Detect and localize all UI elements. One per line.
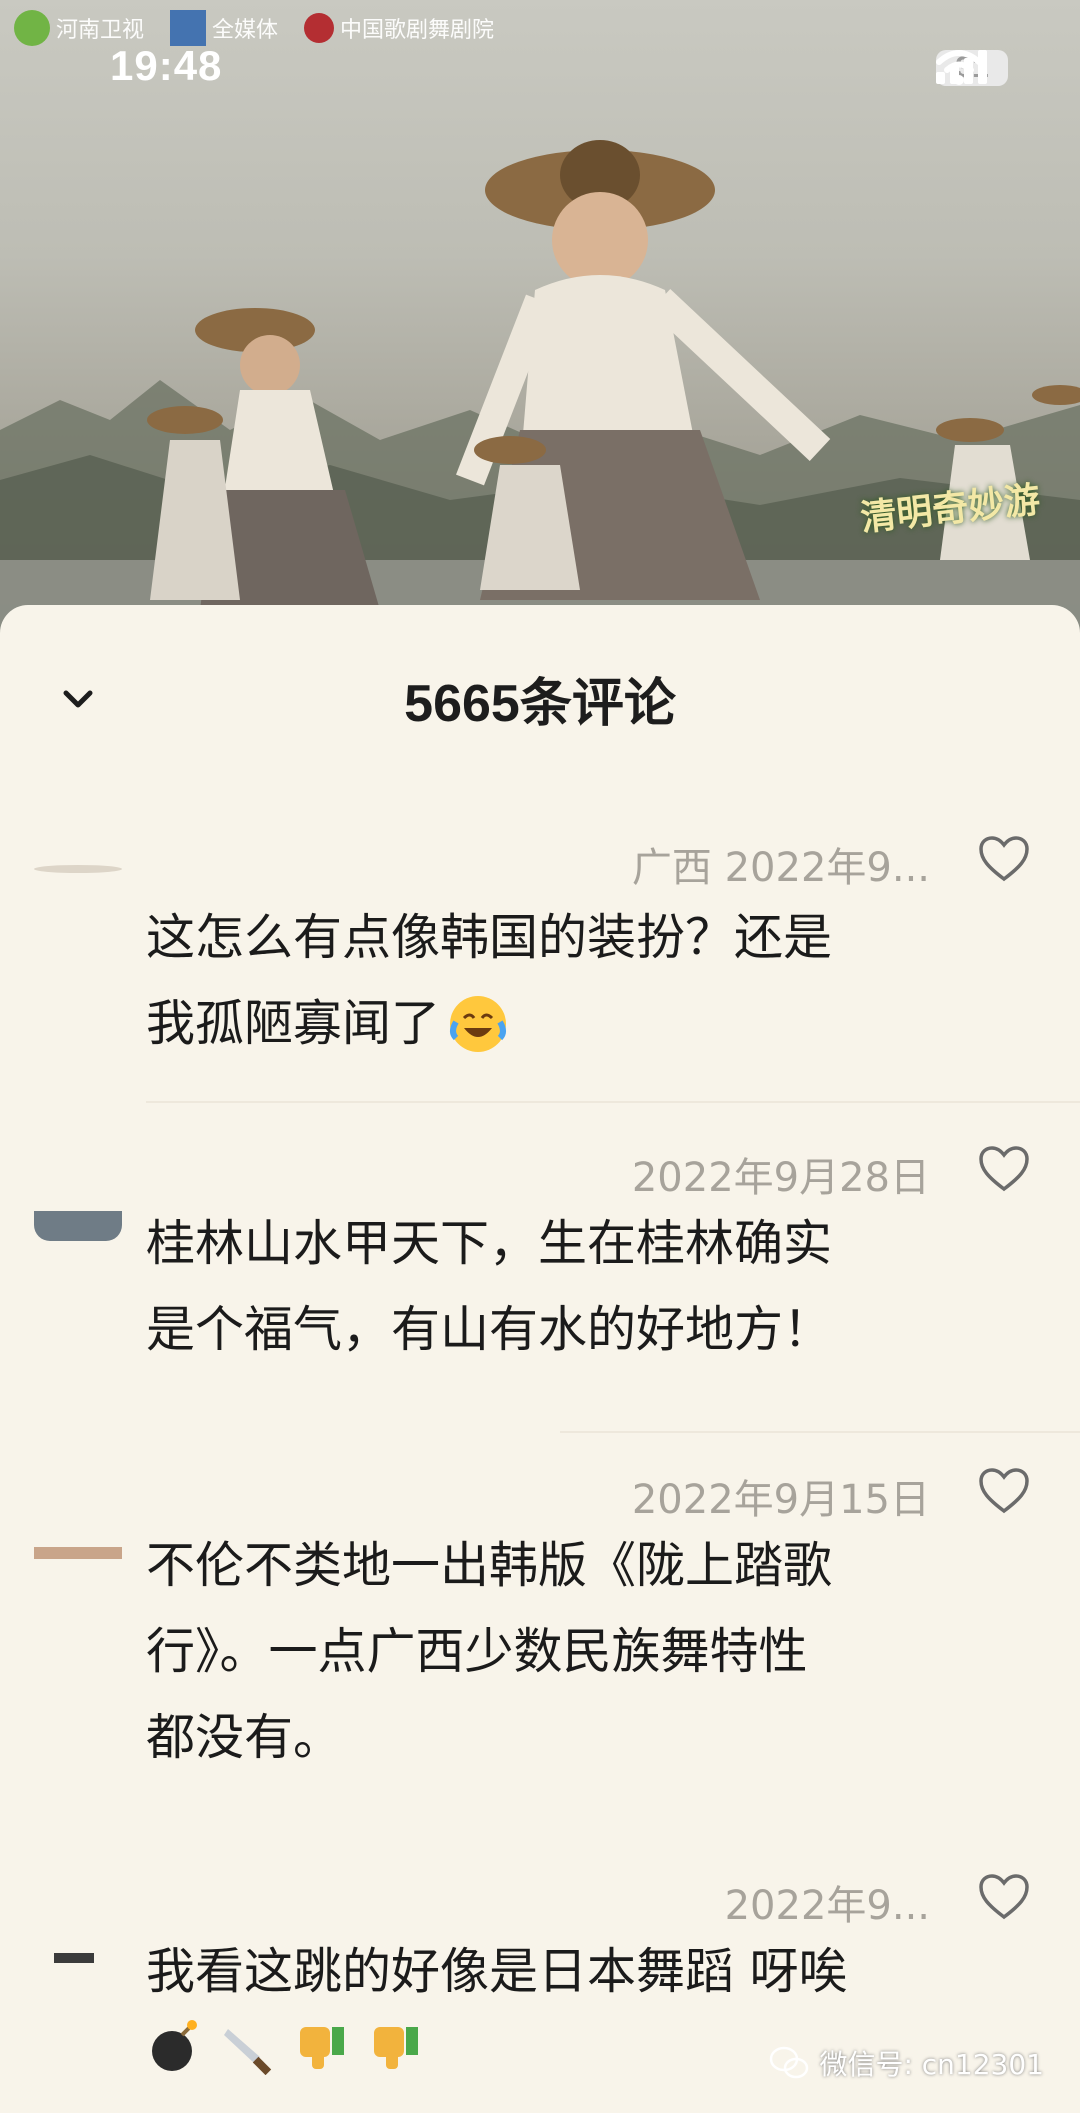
divider [146,1101,1080,1103]
crying-laughing-emoji-icon [450,996,507,1052]
comment-item: 2022年9月28日 桂林山水甲天下，生在桂林确实 是个福气，有山有水的好地方！ [0,1145,1080,1465]
comment-text: 不伦不类地一出韩版《陇上踏歌 行》。一点广西少数民族舞特性 都没有。 [146,1523,986,1781]
comment-text: 桂林山水甲天下，生在桂林确实 是个福气，有山有水的好地方！ [146,1201,986,1373]
comment-line: 我孤陋寡闻了 [146,981,986,1067]
logo-label: 全媒体 [212,18,279,43]
comment-meta: 2022年9... [724,1883,930,1929]
status-time: 19:48 [110,42,223,89]
logo-label: 河南卫视 [56,18,145,43]
wechat-label: 微信号: cn12301 [819,2048,1044,2081]
comment-line: 都没有。 [146,1709,343,1766]
comment-meta: 2022年9月28日 [631,1155,930,1201]
divider [560,1431,1080,1433]
comment-meta: 广西 2022年9... [631,845,930,891]
video-player[interactable]: 河南卫视 全媒体 中国歌剧舞剧院 19:48 清明奇妙游 [0,0,1080,640]
comment-meta: 2022年9月15日 [631,1477,930,1523]
comment-text: 这怎么有点像韩国的装扮？还是 我孤陋寡闻了 [146,895,986,1067]
comments-sheet: 5665条评论 广西 2022年9... 这怎么有点像韩国的装扮？还是 我孤陋寡… [0,605,1080,2109]
logo-label: 中国歌剧舞剧院 [340,18,495,43]
comment-line: 行》。一点广西少数民族舞特性 [146,1623,808,1680]
system-icons: 31 [936,50,1008,86]
avatar[interactable] [34,1547,122,1559]
avatar[interactable] [54,1953,94,1963]
comment-line: 我看这跳的好像是日本舞蹈 呀唉 [146,1943,848,2000]
avatar[interactable] [34,1211,122,1241]
heart-icon[interactable] [978,1873,1030,1921]
thumbs-down-emoji-icon [300,2027,344,2069]
thumbs-down-emoji-icon [374,2027,418,2069]
heart-icon[interactable] [978,1467,1030,1515]
wechat-watermark: 微信号: cn12301 [769,2043,1044,2083]
media-icon [170,10,207,46]
wifi-icon [936,50,982,85]
kitchen-knife-emoji-icon [224,2029,272,2075]
status-bar: 河南卫视 全媒体 中国歌剧舞剧院 19:48 [0,0,1080,120]
broadcaster-logos: 河南卫视 全媒体 中国歌剧舞剧院 [14,6,494,50]
henan-tv-logo: 河南卫视 [14,10,144,46]
heart-icon[interactable] [978,835,1030,883]
media-logo: 全媒体 [170,10,278,46]
heart-icon[interactable] [978,1145,1030,1193]
opera-theater-logo: 中国歌剧舞剧院 [304,12,494,44]
wechat-icon [770,2046,809,2079]
avatar[interactable] [34,865,122,873]
comment-count-title: 5665条评论 [404,675,676,733]
opera-theater-icon [304,13,335,43]
comment-line: 不伦不类地一出韩版《陇上踏歌 [146,1537,833,1594]
sheet-header: 5665条评论 [0,605,1080,785]
comment-line: 这怎么有点像韩国的装扮？还是 [146,909,833,966]
comment-item: 2022年9月15日 不伦不类地一出韩版《陇上踏歌 行》。一点广西少数民族舞特性… [0,1467,1080,1867]
henan-tv-icon [14,10,50,46]
comment-line: 是个福气，有山有水的好地方！ [146,1301,833,1358]
comment-line-text: 我孤陋寡闻了 [146,995,441,1052]
bomb-emoji-icon [152,2020,197,2071]
comment-line: 桂林山水甲天下，生在桂林确实 [146,1215,833,1272]
comment-item: 广西 2022年9... 这怎么有点像韩国的装扮？还是 我孤陋寡闻了 [0,805,1080,1125]
